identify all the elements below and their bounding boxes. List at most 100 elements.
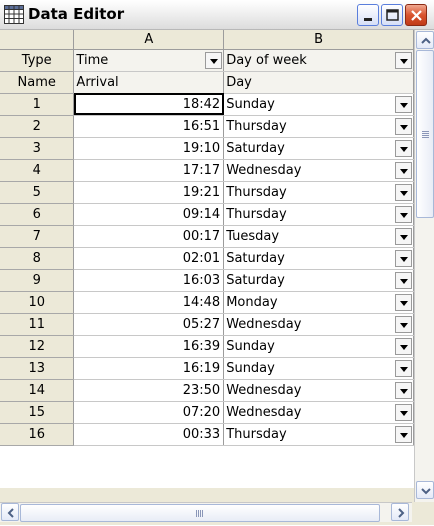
scroll-right-button[interactable]: [391, 503, 409, 521]
day-cell[interactable]: Saturday: [223, 137, 414, 160]
day-cell[interactable]: Sunday: [223, 357, 414, 380]
chevron-down-icon[interactable]: [395, 139, 412, 157]
minimize-button[interactable]: [357, 4, 379, 26]
maximize-button[interactable]: [381, 4, 403, 26]
row-number[interactable]: 3: [0, 137, 75, 160]
row-number[interactable]: 9: [0, 269, 75, 292]
data-grid: A B Type Time Day of week Name Arrival D…: [0, 30, 414, 488]
row-number[interactable]: 11: [0, 313, 75, 336]
column-a-type-select[interactable]: Time: [73, 49, 225, 72]
column-header-b[interactable]: B: [223, 30, 414, 50]
scroll-left-button[interactable]: [1, 503, 19, 521]
arrival-time-cell[interactable]: 07:20: [73, 401, 225, 424]
arrival-time-cell[interactable]: 16:19: [73, 357, 225, 380]
chevron-up-icon: [421, 37, 431, 44]
arrival-time-cell[interactable]: 19:10: [73, 137, 225, 160]
row-number[interactable]: 16: [0, 423, 75, 446]
chevron-down-icon[interactable]: [395, 271, 412, 289]
day-value: Saturday: [226, 250, 285, 266]
day-cell[interactable]: Thursday: [223, 115, 414, 138]
row-number[interactable]: 2: [0, 115, 75, 138]
chevron-down-icon[interactable]: [395, 249, 412, 267]
corner-header[interactable]: [0, 30, 75, 50]
horizontal-scrollbar[interactable]: [0, 502, 412, 522]
day-cell[interactable]: Monday: [223, 291, 414, 314]
column-header-a[interactable]: A: [73, 30, 225, 50]
arrival-time-cell[interactable]: 00:17: [73, 225, 225, 248]
chevron-down-icon[interactable]: [395, 425, 412, 443]
chevron-down-icon[interactable]: [395, 205, 412, 223]
day-value: Thursday: [226, 118, 287, 134]
column-letter-row: A B: [0, 30, 414, 50]
scroll-up-button[interactable]: [416, 31, 434, 49]
chevron-down-icon[interactable]: [395, 403, 412, 421]
day-cell[interactable]: Sunday: [223, 93, 414, 116]
row-number[interactable]: 4: [0, 159, 75, 182]
row-number[interactable]: 10: [0, 291, 75, 314]
arrival-time-cell[interactable]: 02:01: [73, 247, 225, 270]
arrival-time-cell[interactable]: 17:17: [73, 159, 225, 182]
column-b-name-field[interactable]: Day: [223, 71, 414, 94]
grid-table-icon: [4, 5, 24, 24]
chevron-down-icon[interactable]: [395, 337, 412, 355]
row-number[interactable]: 5: [0, 181, 75, 204]
table-row: 4 17:17 Wednesday: [0, 159, 414, 182]
chevron-down-icon[interactable]: [395, 117, 412, 135]
day-value: Thursday: [226, 426, 287, 442]
chevron-down-icon[interactable]: [395, 381, 412, 399]
arrival-time-cell[interactable]: 09:14: [73, 203, 225, 226]
name-row-label: Name: [0, 71, 75, 94]
chevron-down-icon: [421, 488, 431, 495]
day-cell[interactable]: Tuesday: [223, 225, 414, 248]
chevron-down-icon[interactable]: [395, 293, 412, 311]
arrival-time-cell[interactable]: 23:50: [73, 379, 225, 402]
chevron-down-icon[interactable]: [395, 51, 412, 69]
close-button[interactable]: [405, 4, 427, 26]
chevron-down-icon[interactable]: [395, 161, 412, 179]
arrival-time-cell[interactable]: 16:39: [73, 335, 225, 358]
table-row: 10 14:48 Monday: [0, 291, 414, 314]
row-number[interactable]: 7: [0, 225, 75, 248]
chevron-down-icon[interactable]: [205, 51, 223, 69]
row-number[interactable]: 6: [0, 203, 75, 226]
vertical-scrollbar[interactable]: [414, 30, 434, 502]
column-a-name-field[interactable]: Arrival: [73, 71, 225, 94]
table-row: 9 16:03 Saturday: [0, 269, 414, 292]
row-number[interactable]: 1: [0, 93, 75, 116]
row-number[interactable]: 12: [0, 335, 75, 358]
arrival-time-cell[interactable]: 18:42: [73, 93, 225, 116]
day-cell[interactable]: Thursday: [223, 423, 414, 446]
day-cell[interactable]: Wednesday: [223, 313, 414, 336]
row-number[interactable]: 14: [0, 379, 75, 402]
arrival-time-cell[interactable]: 14:48: [73, 291, 225, 314]
arrival-time-cell[interactable]: 19:21: [73, 181, 225, 204]
column-b-type-select[interactable]: Day of week: [223, 49, 414, 72]
day-cell[interactable]: Wednesday: [223, 401, 414, 424]
day-cell[interactable]: Thursday: [223, 181, 414, 204]
chevron-down-icon[interactable]: [395, 315, 412, 333]
column-a-type-value: Time: [76, 52, 109, 68]
row-number[interactable]: 15: [0, 401, 75, 424]
day-cell[interactable]: Wednesday: [223, 159, 414, 182]
day-cell[interactable]: Saturday: [223, 247, 414, 270]
arrival-time-cell[interactable]: 05:27: [73, 313, 225, 336]
vertical-scroll-thumb[interactable]: [416, 50, 434, 218]
chevron-down-icon[interactable]: [395, 359, 412, 377]
chevron-down-icon[interactable]: [395, 227, 412, 245]
day-cell[interactable]: Wednesday: [223, 379, 414, 402]
arrival-time-cell[interactable]: 00:33: [73, 423, 225, 446]
arrival-time-cell[interactable]: 16:03: [73, 269, 225, 292]
arrival-time-cell[interactable]: 16:51: [73, 115, 225, 138]
chevron-down-icon[interactable]: [395, 95, 412, 113]
day-cell[interactable]: Sunday: [223, 335, 414, 358]
day-cell[interactable]: Thursday: [223, 203, 414, 226]
chevron-down-icon[interactable]: [395, 183, 412, 201]
row-number[interactable]: 8: [0, 247, 75, 270]
scroll-down-button[interactable]: [416, 481, 434, 499]
day-value: Tuesday: [226, 228, 280, 244]
row-number[interactable]: 13: [0, 357, 75, 380]
day-cell[interactable]: Saturday: [223, 269, 414, 292]
title-bar[interactable]: Data Editor: [0, 0, 434, 30]
table-row: 15 07:20 Wednesday: [0, 401, 414, 424]
horizontal-scroll-thumb[interactable]: [20, 504, 380, 522]
